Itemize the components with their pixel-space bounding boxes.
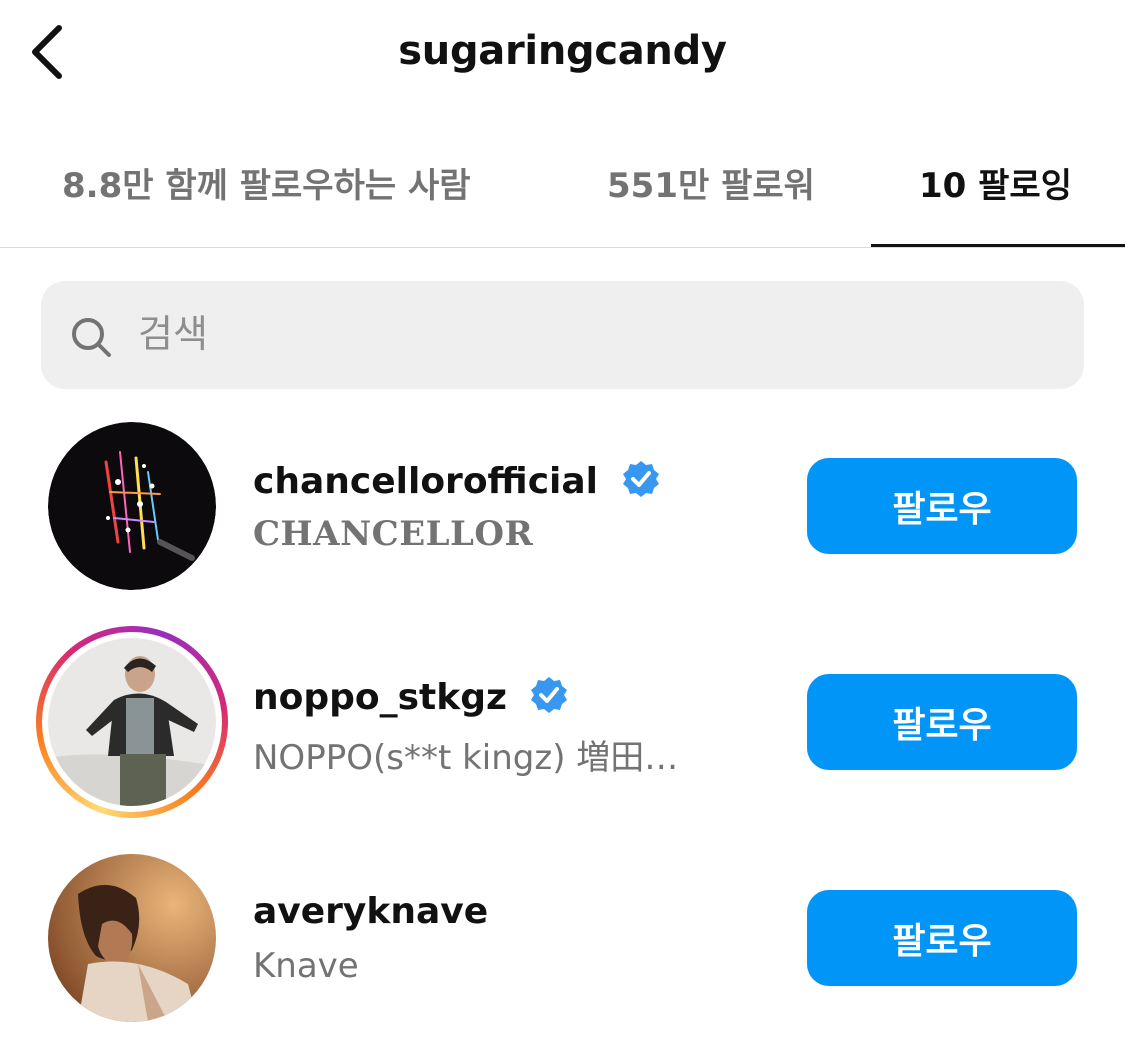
username-noppo-stkgz[interactable]: noppo_stkgz	[253, 675, 569, 718]
username-averyknave[interactable]: averyknave	[253, 891, 488, 932]
username-text: chancellorofficial	[253, 461, 599, 502]
username-text: averyknave	[253, 891, 489, 932]
list-item: noppo_stkgz NOPPO(s**t kingz) 増田… 팔로우	[0, 626, 1125, 826]
username-text: noppo_stkgz	[253, 677, 507, 718]
search-input[interactable]	[138, 302, 1038, 366]
avatar[interactable]	[48, 422, 216, 590]
full-name: NOPPO(s**t kingz) 増田…	[253, 738, 679, 778]
list-item: chancellorofficial CHANCELLOR 팔로우	[0, 422, 1125, 622]
full-name: Knave	[253, 946, 359, 986]
search-icon	[72, 318, 111, 357]
header-bar: sugaringcandy	[0, 0, 1125, 110]
verified-badge-icon	[531, 677, 568, 713]
follow-button[interactable]: 팔로우	[807, 890, 1077, 986]
avatar-image	[48, 422, 216, 590]
avatar	[48, 638, 216, 806]
follow-button[interactable]: 팔로우	[807, 458, 1077, 554]
tab-mutual-followers[interactable]: 8.8만 함께 팔로우하는 사람	[62, 158, 471, 208]
story-ring-avatar[interactable]	[36, 626, 228, 818]
avatar-image	[48, 854, 216, 1022]
full-name: CHANCELLOR	[253, 514, 534, 554]
tab-followers[interactable]: 551만 팔로워	[607, 158, 815, 208]
verified-badge-icon	[622, 461, 659, 497]
avatar-image	[48, 638, 216, 806]
avatar[interactable]	[48, 854, 216, 1022]
page-title: sugaringcandy	[398, 28, 727, 74]
active-tab-indicator	[871, 244, 1125, 247]
tab-following[interactable]: 10 팔로잉	[919, 158, 1072, 208]
tab-bar: 8.8만 함께 팔로우하는 사람 551만 팔로워 10 팔로잉	[0, 140, 1125, 248]
username-chancellorofficial[interactable]: chancellorofficial	[253, 459, 661, 502]
list-item: averyknave Knave 팔로우	[0, 854, 1125, 1037]
follow-button[interactable]: 팔로우	[807, 674, 1077, 770]
